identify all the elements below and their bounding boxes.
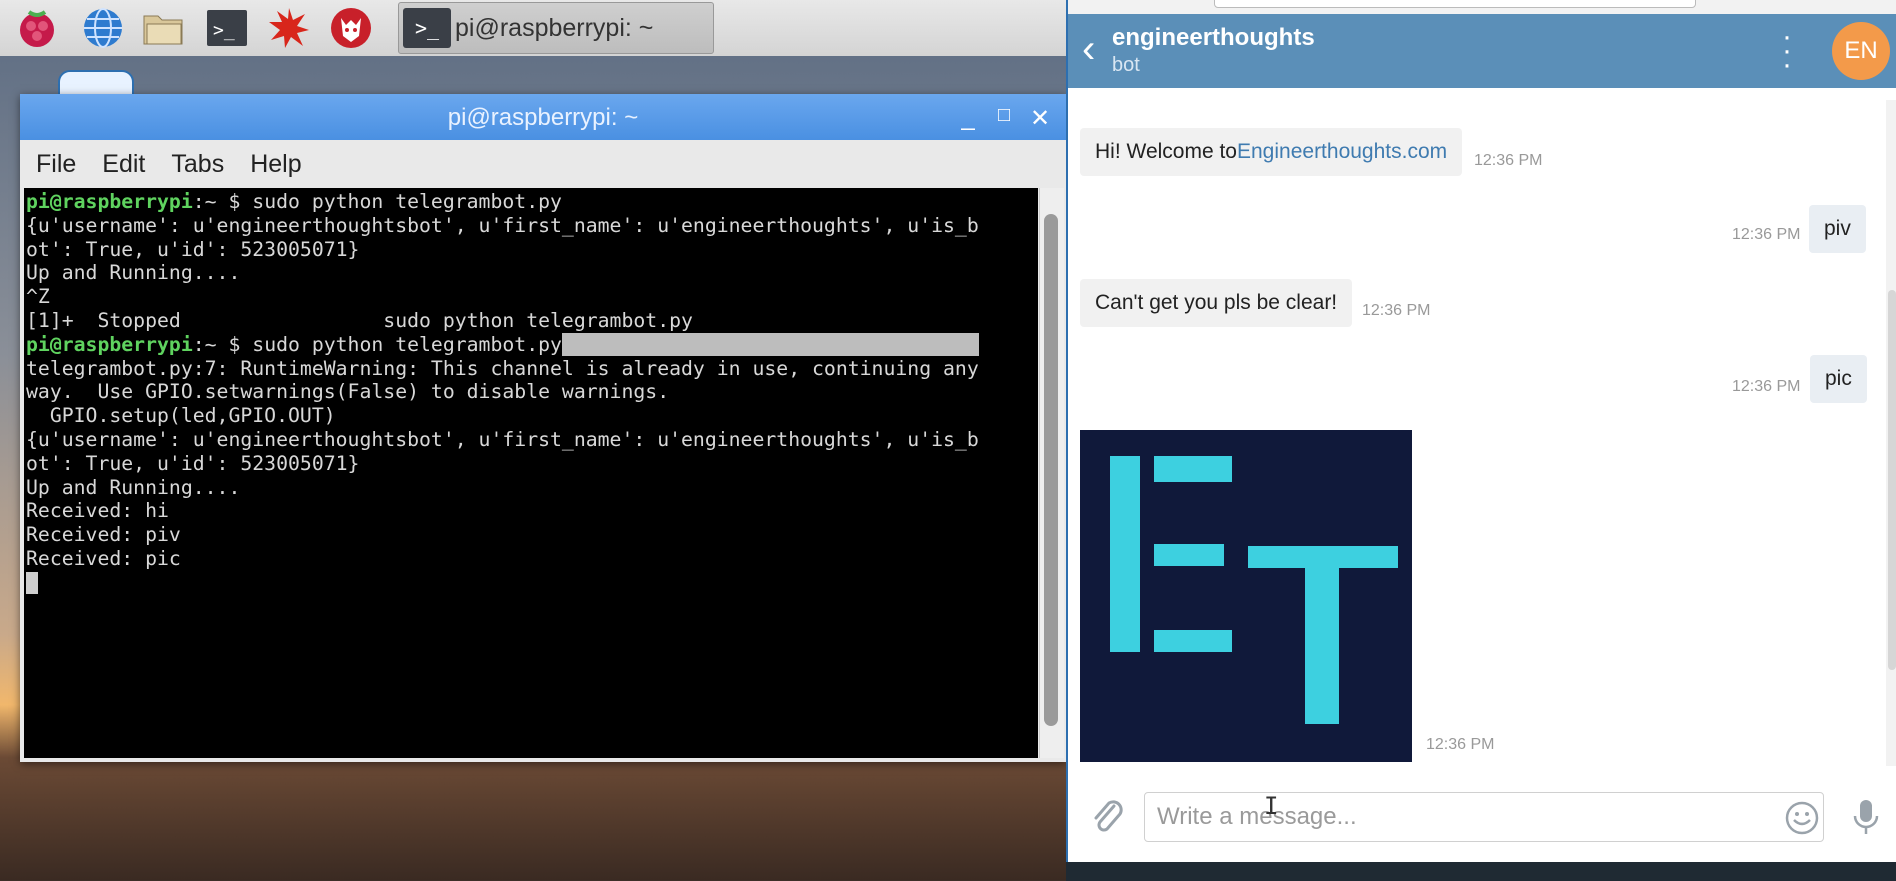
terminal-line: {u'username': u'engineerthoughtsbot', u'…	[26, 427, 979, 451]
terminal-line: Received: pic	[26, 546, 181, 570]
wolf-icon[interactable]	[328, 5, 374, 51]
terminal-cursor	[26, 572, 38, 595]
menu-help[interactable]: Help	[250, 150, 301, 179]
et-logo-image[interactable]	[1080, 430, 1412, 762]
message-input[interactable]	[1144, 792, 1824, 842]
message-bubble-outgoing: piv	[1809, 205, 1866, 253]
terminal-title: pi@raspberrypi: ~	[447, 104, 639, 131]
message-time: 12:36 PM	[1362, 302, 1431, 319]
terminal-menubar: File Edit Tabs Help	[20, 140, 1066, 188]
taskbar-window-button[interactable]: >_ pi@raspberrypi: ~	[398, 2, 714, 54]
emoji-icon[interactable]	[1784, 800, 1820, 841]
terminal-output[interactable]: pi@raspberrypi:~ $ sudo python telegramb…	[24, 188, 1038, 758]
message-text: Can't get you pls be clear!	[1095, 291, 1338, 314]
scrollbar-thumb[interactable]	[1044, 214, 1058, 726]
paperclip-icon[interactable]	[1090, 796, 1124, 841]
chat-name[interactable]: engineerthoughts	[1112, 24, 1315, 52]
menu-edit[interactable]: Edit	[102, 150, 145, 179]
terminal-line: pi@raspberrypi:~ $ sudo python telegramb…	[26, 332, 979, 356]
message-bubble-incoming: Can't get you pls be clear!	[1080, 279, 1353, 327]
terminal-line: ot': True, u'id': 523005071}	[26, 451, 360, 475]
globe-icon[interactable]	[80, 5, 126, 51]
terminal-line: Up and Running....	[26, 475, 241, 499]
maximize-button[interactable]: □	[990, 104, 1018, 127]
terminal-titlebar[interactable]: pi@raspberrypi: ~ _ □ ✕	[20, 94, 1066, 140]
desktop-strip	[1066, 862, 1896, 881]
top-search-bar[interactable]	[1214, 0, 1696, 8]
terminal-icon[interactable]: >_	[204, 5, 250, 51]
telegram-chat-window: ‹ engineerthoughts bot · · · EN Hi! Welcom…	[1066, 0, 1896, 862]
terminal-window: pi@raspberrypi: ~ _ □ ✕ File Edit Tabs H…	[20, 94, 1066, 762]
terminal-line: way. Use GPIO.setwarnings(False) to disa…	[26, 380, 670, 404]
terminal-line: pi@raspberrypi:~ $ sudo python telegramb…	[26, 190, 562, 213]
svg-text:>_: >_	[213, 20, 235, 41]
more-menu-icon[interactable]: · · ·	[1780, 22, 1794, 80]
starburst-icon[interactable]	[266, 5, 312, 51]
chat-status: bot	[1112, 54, 1140, 76]
close-button[interactable]: ✕	[1026, 104, 1054, 133]
microphone-icon[interactable]	[1852, 798, 1880, 843]
message-link[interactable]: Engineerthoughts.com	[1237, 140, 1447, 164]
chat-scrollbar[interactable]	[1886, 100, 1896, 766]
terminal-line: Received: piv	[26, 523, 181, 547]
taskbar: >_ >_ pi@raspberrypi: ~	[0, 0, 1066, 56]
scrollbar-thumb[interactable]	[1888, 290, 1896, 670]
terminal-line: telegrambot.py:7: RuntimeWarning: This c…	[26, 356, 979, 380]
menu-tabs[interactable]: Tabs	[171, 150, 224, 179]
minimize-button[interactable]: _	[954, 104, 982, 132]
message-bubble-outgoing: pic	[1810, 355, 1867, 403]
terminal-scrollbar[interactable]	[1039, 188, 1064, 758]
folder-icon[interactable]	[140, 5, 186, 51]
terminal-line: GPIO.setup(led,GPIO.OUT)	[26, 404, 336, 428]
terminal-line: {u'username': u'engineerthoughtsbot', u'…	[26, 213, 979, 237]
message-time: 12:36 PM	[1426, 736, 1495, 753]
composer	[1068, 778, 1896, 862]
terminal-line: ot': True, u'id': 523005071}	[26, 237, 360, 261]
terminal-line: Up and Running....	[26, 261, 241, 285]
window-top-strip	[1068, 0, 1896, 14]
message-text: Hi! Welcome to	[1095, 140, 1237, 163]
avatar[interactable]: EN	[1832, 22, 1890, 80]
message-text: piv	[1824, 217, 1851, 240]
message-bubble-incoming: Hi! Welcome to Engineerthoughts.com	[1080, 128, 1463, 176]
terminal-line: ^Z	[26, 285, 50, 309]
text-cursor-icon: I	[1264, 792, 1279, 820]
chat-header: ‹ engineerthoughts bot · · · EN	[1068, 14, 1896, 88]
message-time: 12:36 PM	[1732, 378, 1801, 395]
message-time: 12:36 PM	[1732, 226, 1801, 243]
taskbar-window-label: pi@raspberrypi: ~	[455, 13, 654, 42]
back-arrow-icon[interactable]: ‹	[1082, 29, 1095, 69]
terminal-line: [1]+ Stopped sudo python telegrambot.py	[26, 308, 693, 332]
raspberry-icon[interactable]	[14, 5, 60, 51]
message-list: Hi! Welcome to Engineerthoughts.com 12:3…	[1068, 88, 1896, 778]
terminal-task-icon: >_	[403, 8, 451, 48]
message-text: pic	[1825, 367, 1852, 390]
terminal-line: Received: hi	[26, 499, 169, 523]
menu-file[interactable]: File	[36, 150, 76, 179]
message-time: 12:36 PM	[1474, 152, 1543, 169]
text-selection	[561, 332, 979, 356]
